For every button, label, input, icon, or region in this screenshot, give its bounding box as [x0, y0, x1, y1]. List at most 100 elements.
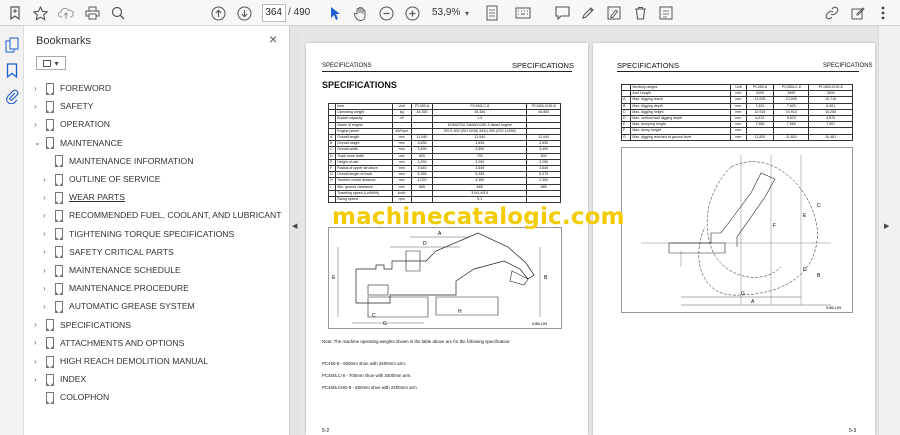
bookmark-item[interactable]: › MAINTENANCE PROCEDURE: [43, 279, 189, 297]
bookmark-expand-chevron-icon[interactable]: ›: [34, 120, 44, 129]
upload-cloud-icon[interactable]: [57, 3, 75, 23]
bookmark-expand-chevron-icon[interactable]: ›: [43, 247, 53, 256]
bookmark-expand-chevron-icon[interactable]: ›: [34, 84, 44, 93]
bookmark-options-button[interactable]: ▾: [36, 56, 66, 70]
page-thumbnails-icon[interactable]: [5, 37, 19, 58]
keyboard-icon[interactable]: [514, 3, 532, 23]
bookmark-expand-chevron-icon[interactable]: ›: [43, 302, 53, 311]
bookmark-label: INDEX: [60, 374, 87, 385]
bookmarks-panel-icon[interactable]: [6, 63, 18, 83]
bookmark-item[interactable]: › TIGHTENING TORQUE SPECIFICATIONS: [43, 225, 234, 243]
bookmark-icon: [55, 173, 63, 186]
bookmark-expand-chevron-icon[interactable]: ›: [34, 357, 44, 366]
bookmark-icon: [46, 391, 54, 404]
bookmark-item[interactable]: › ATTACHMENTS AND OPTIONS: [34, 334, 184, 352]
highlight-icon[interactable]: [605, 3, 623, 23]
bookmark-expand-chevron-icon[interactable]: ⌄: [34, 138, 44, 147]
bookmark-item[interactable]: › INDEX: [34, 370, 86, 388]
link-edit-icon[interactable]: [823, 3, 841, 23]
bookmark-item[interactable]: › WEAR PARTS: [43, 188, 125, 206]
table-cell: 11,820: [773, 133, 810, 141]
zoom-level[interactable]: 53,9%: [432, 7, 460, 18]
zoom-in-icon[interactable]: [403, 3, 421, 23]
bookmark-icon: [46, 118, 54, 131]
bookmark-expand-chevron-icon[interactable]: ›: [34, 375, 44, 384]
table-cell: [526, 196, 561, 204]
bookmark-icon: [55, 282, 63, 295]
right-header-big: SPECIFICATIONS: [617, 61, 679, 70]
bookmark-icon: [55, 209, 63, 222]
document-view[interactable]: SPECIFICATIONS SPECIFICATIONS SPECIFICAT…: [300, 26, 878, 435]
more-options-icon[interactable]: [874, 3, 892, 23]
collapse-panel-arrow-icon[interactable]: ◀: [292, 222, 297, 230]
hand-tool-icon[interactable]: [351, 3, 369, 23]
bookmark-icon: [46, 373, 54, 386]
stamp-icon[interactable]: [657, 3, 675, 23]
svg-text:D: D: [423, 241, 427, 247]
bookmark-item[interactable]: › SAFETY: [34, 97, 93, 115]
bookmark-expand-chevron-icon[interactable]: ›: [34, 320, 44, 329]
note-line-2: PC450-8 - 600mm shoe with 3400mm arm.: [322, 361, 406, 366]
specifications-table: Item Unit PC450-8 PC450LC-8 PC450LCHD-8 Opera…: [327, 102, 561, 204]
add-bookmark-icon[interactable]: [6, 3, 24, 23]
previous-page-icon[interactable]: [209, 3, 227, 23]
trash-icon[interactable]: [631, 3, 649, 23]
svg-text:E: E: [803, 213, 807, 219]
panel-splitter[interactable]: ◀: [290, 26, 300, 435]
left-header-big: SPECIFICATIONS: [512, 61, 574, 70]
bookmark-label: MAINTENANCE INFORMATION: [69, 155, 194, 166]
bookmark-item[interactable]: MAINTENANCE INFORMATION: [43, 152, 193, 170]
bookmark-expand-chevron-icon[interactable]: ›: [43, 193, 53, 202]
star-icon[interactable]: [31, 3, 49, 23]
close-panel-icon[interactable]: ×: [269, 31, 277, 47]
print-icon[interactable]: [83, 3, 101, 23]
zoom-search-icon[interactable]: [109, 3, 127, 23]
bookmark-item[interactable]: ⌄ MAINTENANCE: [34, 134, 123, 152]
bookmark-item[interactable]: › SPECIFICATIONS: [34, 316, 131, 334]
table-cell: PC450LCHD-8: [526, 102, 561, 111]
bookmark-label: FOREWORD: [60, 83, 112, 93]
page-fit-icon[interactable]: [482, 3, 502, 23]
bookmark-item[interactable]: › RECOMMENDED FUEL, COOLANT, AND LUBRICAN…: [43, 206, 282, 224]
page-number-input[interactable]: 364: [262, 4, 286, 22]
next-page-icon[interactable]: [235, 3, 253, 23]
bookmark-icon: [46, 137, 54, 150]
edit-pencil-icon[interactable]: [849, 3, 867, 23]
bookmark-item[interactable]: › HIGH REACH DEMOLITION MANUAL: [34, 352, 208, 370]
note-line-1: Note: The machine operating weights show…: [322, 339, 511, 344]
bookmark-item[interactable]: › SAFETY CRITICAL PARTS: [43, 243, 174, 261]
svg-text:A: A: [751, 299, 755, 305]
bookmark-expand-chevron-icon[interactable]: ›: [34, 102, 44, 111]
left-header-small: SPECIFICATIONS: [322, 63, 372, 69]
pen-icon[interactable]: [579, 3, 597, 23]
zoom-dropdown-chevron-icon[interactable]: ▾: [462, 3, 472, 23]
table-cell: 10,481: [808, 133, 853, 141]
bookmark-item[interactable]: › MAINTENANCE SCHEDULE: [43, 261, 181, 279]
bookmark-item[interactable]: › AUTOMATIC GREASE SYSTEM: [43, 297, 195, 315]
bookmark-expand-chevron-icon[interactable]: ›: [34, 338, 44, 347]
bookmark-icon: [55, 228, 63, 241]
zoom-out-icon[interactable]: [377, 3, 395, 23]
bookmark-expand-chevron-icon[interactable]: ›: [43, 229, 53, 238]
bookmark-item[interactable]: COLOPHON: [34, 388, 109, 406]
note-line-4: PC450LCHD-8 - 600mm shoe with 2400mm arm…: [322, 385, 418, 390]
table-cell: mm: [730, 133, 747, 141]
bookmark-item[interactable]: › OUTLINE OF SERVICE: [43, 170, 161, 188]
bookmark-expand-chevron-icon[interactable]: ›: [43, 211, 53, 220]
table-cell: Swing speed: [335, 196, 393, 204]
bookmark-expand-chevron-icon[interactable]: ›: [43, 266, 53, 275]
table-row: Swing speed rpm 9.1: [327, 196, 561, 204]
watermark-text: machinecatalogic.com: [332, 204, 625, 230]
svg-text:B: B: [817, 273, 821, 279]
table-cell: [410, 196, 434, 204]
select-cursor-icon[interactable]: [327, 3, 343, 23]
bookmark-expand-chevron-icon[interactable]: ›: [43, 175, 53, 184]
bookmark-item[interactable]: › FOREWORD: [34, 79, 111, 97]
attachments-icon[interactable]: [5, 88, 19, 109]
comment-icon[interactable]: [553, 3, 571, 23]
vertical-scrollbar[interactable]: ▶: [878, 26, 900, 435]
right-page-number: 5-3: [849, 428, 857, 434]
bookmark-expand-chevron-icon[interactable]: ›: [43, 284, 53, 293]
scroll-arrow-icon[interactable]: ▶: [884, 222, 889, 230]
bookmark-item[interactable]: › OPERATION: [34, 115, 110, 133]
